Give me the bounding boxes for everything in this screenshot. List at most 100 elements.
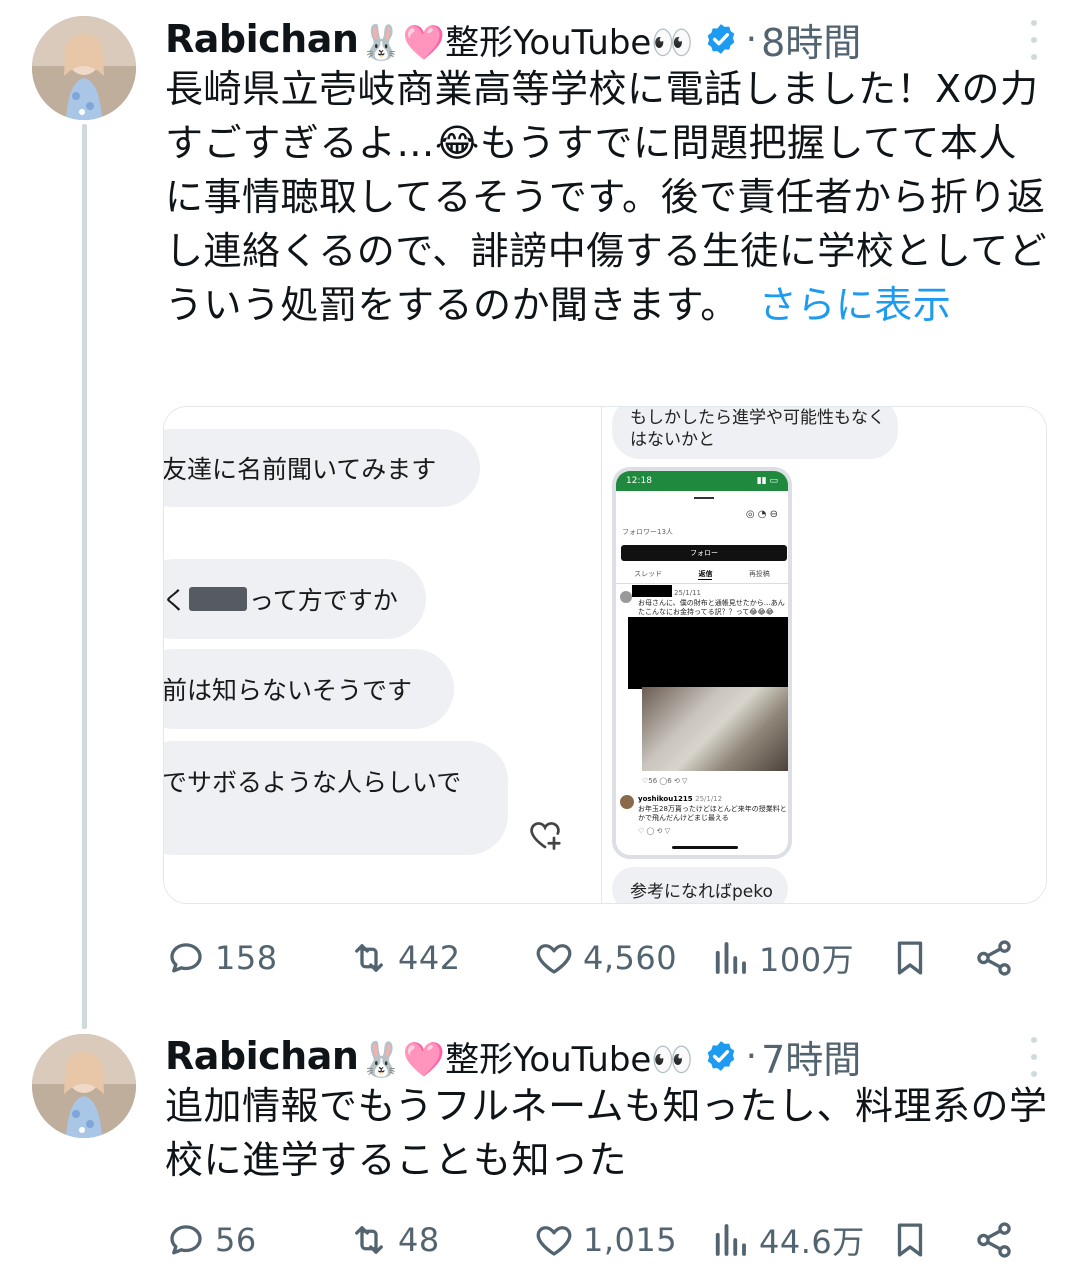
thread-connector <box>82 124 87 1029</box>
post-avatar <box>620 591 632 603</box>
like-button[interactable]: 1,015 <box>533 1215 677 1265</box>
redaction-box <box>628 617 788 689</box>
chat-bubble-text: でサボるような人らしいで <box>164 768 462 797</box>
views-button[interactable]: 100万 <box>709 933 854 983</box>
post-text: お母さんに、僕の財布と通帳見せたから…あんたこんなにお金持ってる訳？？って😂😂😂 <box>638 599 785 616</box>
heart-icon <box>536 944 572 974</box>
avatar-image <box>32 1034 136 1138</box>
tweet-header: Rabichan 🐰🩷整形YouTube👀 · 8時間 <box>165 12 861 67</box>
views-count: 44.6万 <box>759 1223 865 1261</box>
chat-bubble-text: 友達に名前聞いてみます <box>164 455 437 484</box>
views-count: 100万 <box>759 941 855 979</box>
separator-dot: · <box>745 18 758 60</box>
like-count: 4,560 <box>583 939 678 977</box>
bookmark-icon <box>897 1223 923 1257</box>
post-photo <box>642 687 788 771</box>
media-image-left[interactable]: 友達に名前聞いてみます く って方ですか 前は知らないそうです でサボるような人ら… <box>164 407 601 903</box>
chat-bubble: もしかしたら進学や可能性もなく はないかと <box>612 407 898 459</box>
avatar[interactable] <box>32 16 136 120</box>
chat-bubble: 参考になればpeko <box>612 867 788 903</box>
chat-bubble-text: 参考になればpeko <box>630 881 773 902</box>
chat-bubble: く って方ですか <box>164 559 426 639</box>
more-options-icon[interactable] <box>1029 1037 1039 1077</box>
like-count: 1,015 <box>583 1221 678 1259</box>
verified-badge-icon[interactable] <box>704 1039 738 1073</box>
avatar[interactable] <box>32 1034 136 1138</box>
heart-add-icon[interactable] <box>526 817 564 853</box>
media-image-right[interactable]: もしかしたら進学や可能性もなく はないかと 12:18 ▮▮ ▭ ◎ ◔ ⊖ フ… <box>601 407 1046 903</box>
chat-bubble-text: って方ですか <box>249 586 398 615</box>
separator-dot: · <box>745 1035 758 1077</box>
bookmark-button[interactable] <box>889 933 939 983</box>
tweet-text-content: 追加情報でもうフルネームも知ったし、料理系の学校に進学することも知った <box>165 1084 1048 1182</box>
reply-count: 56 <box>215 1221 257 1259</box>
tweet-actions: 56 48 1,015 44.6万 <box>165 1215 1035 1265</box>
tweet-text: 長崎県立壱岐商業高等学校に電話しました！Xの力すごすぎるよ…😂もうすでに問題把握… <box>165 62 1050 332</box>
share-icon <box>977 1222 1011 1258</box>
retweet-count: 442 <box>398 939 461 977</box>
post-username: yoshikou1215 25/1/12 <box>638 795 723 803</box>
redaction-box <box>189 587 248 611</box>
phone-screenshot: 12:18 ▮▮ ▭ ◎ ◔ ⊖ フォロワー13人 フォロー スレッド 返信 再… <box>612 467 792 859</box>
author-name[interactable]: Rabichan <box>165 17 359 61</box>
signal-icon: ▮▮ ▭ <box>756 476 778 486</box>
chat-bubble-text: もしかしたら進学や可能性もなく <box>630 408 885 428</box>
author-name[interactable]: Rabichan <box>165 1034 359 1078</box>
tab-threads: スレッド <box>634 570 663 578</box>
heart-icon <box>536 1226 572 1256</box>
profile-action-icons: ◎ ◔ ⊖ <box>745 509 778 520</box>
home-indicator <box>672 846 738 849</box>
redaction-box <box>632 585 672 597</box>
reply-icon <box>170 943 202 973</box>
media-grid[interactable]: 友達に名前聞いてみます く って方ですか 前は知らないそうです でサボるような人ら… <box>163 406 1047 904</box>
tab-reposts: 再投稿 <box>748 570 770 578</box>
reply-icon <box>170 1225 202 1255</box>
tab-replies: 返信 <box>698 570 713 580</box>
timestamp[interactable]: 8時間 <box>761 12 861 67</box>
phone-time: 12:18 <box>626 476 652 486</box>
tweet-header: Rabichan 🐰🩷整形YouTube👀 · 7時間 <box>165 1029 861 1084</box>
post-date: 25/1/11 <box>674 589 701 597</box>
follow-button: フォロー <box>621 545 787 561</box>
followers-count: フォロワー13人 <box>622 528 673 536</box>
retweet-count: 48 <box>398 1221 440 1259</box>
verified-badge-icon[interactable] <box>704 22 738 56</box>
share-button[interactable] <box>973 1215 1023 1265</box>
share-icon <box>977 940 1011 976</box>
author-name-suffix[interactable]: 🐰🩷整形YouTube👀 <box>360 15 693 64</box>
timestamp[interactable]: 7時間 <box>761 1029 861 1084</box>
drag-handle <box>694 497 714 499</box>
post-stats: ♡56 ◯6 ⟲ ▽ <box>642 777 688 785</box>
bookmark-button[interactable] <box>889 1215 939 1265</box>
chat-bubble-text: 前は知らないそうです <box>164 676 413 705</box>
like-button[interactable]: 4,560 <box>533 933 677 983</box>
reply-button[interactable]: 158 <box>165 933 278 983</box>
retweet-button[interactable]: 48 <box>348 1215 440 1265</box>
profile-tabs: スレッド 返信 再投稿 <box>616 569 788 580</box>
retweet-icon <box>355 1226 383 1254</box>
bookmark-icon <box>897 941 923 975</box>
show-more-link[interactable]: さらに表示 <box>759 283 952 327</box>
share-button[interactable] <box>973 933 1023 983</box>
post-actions: ♡ ◯ ⟲ ▽ <box>638 827 671 835</box>
views-chart-icon <box>715 1224 746 1256</box>
chat-bubble-text: く <box>164 586 188 615</box>
tweet-text: 追加情報でもうフルネームも知ったし、料理系の学校に進学することも知った <box>165 1079 1050 1187</box>
reply-button[interactable]: 56 <box>165 1215 257 1265</box>
post-avatar <box>620 795 634 809</box>
views-chart-icon <box>715 942 746 974</box>
phone-status-bar: 12:18 ▮▮ ▭ <box>616 471 788 491</box>
chat-bubble: 友達に名前聞いてみます <box>164 429 480 507</box>
tweet-actions: 158 442 4,560 100万 <box>165 933 1035 983</box>
more-options-icon[interactable] <box>1029 20 1039 60</box>
views-button[interactable]: 44.6万 <box>709 1215 865 1265</box>
chat-bubble: でサボるような人らしいで <box>164 741 508 855</box>
chat-bubble: 前は知らないそうです <box>164 649 454 729</box>
reply-count: 158 <box>215 939 278 977</box>
tab-divider <box>616 583 788 584</box>
retweet-icon <box>355 944 383 972</box>
author-name-suffix[interactable]: 🐰🩷整形YouTube👀 <box>360 1032 693 1081</box>
avatar-image <box>32 16 136 120</box>
retweet-button[interactable]: 442 <box>348 933 461 983</box>
chat-bubble-text: はないかと <box>630 430 715 450</box>
